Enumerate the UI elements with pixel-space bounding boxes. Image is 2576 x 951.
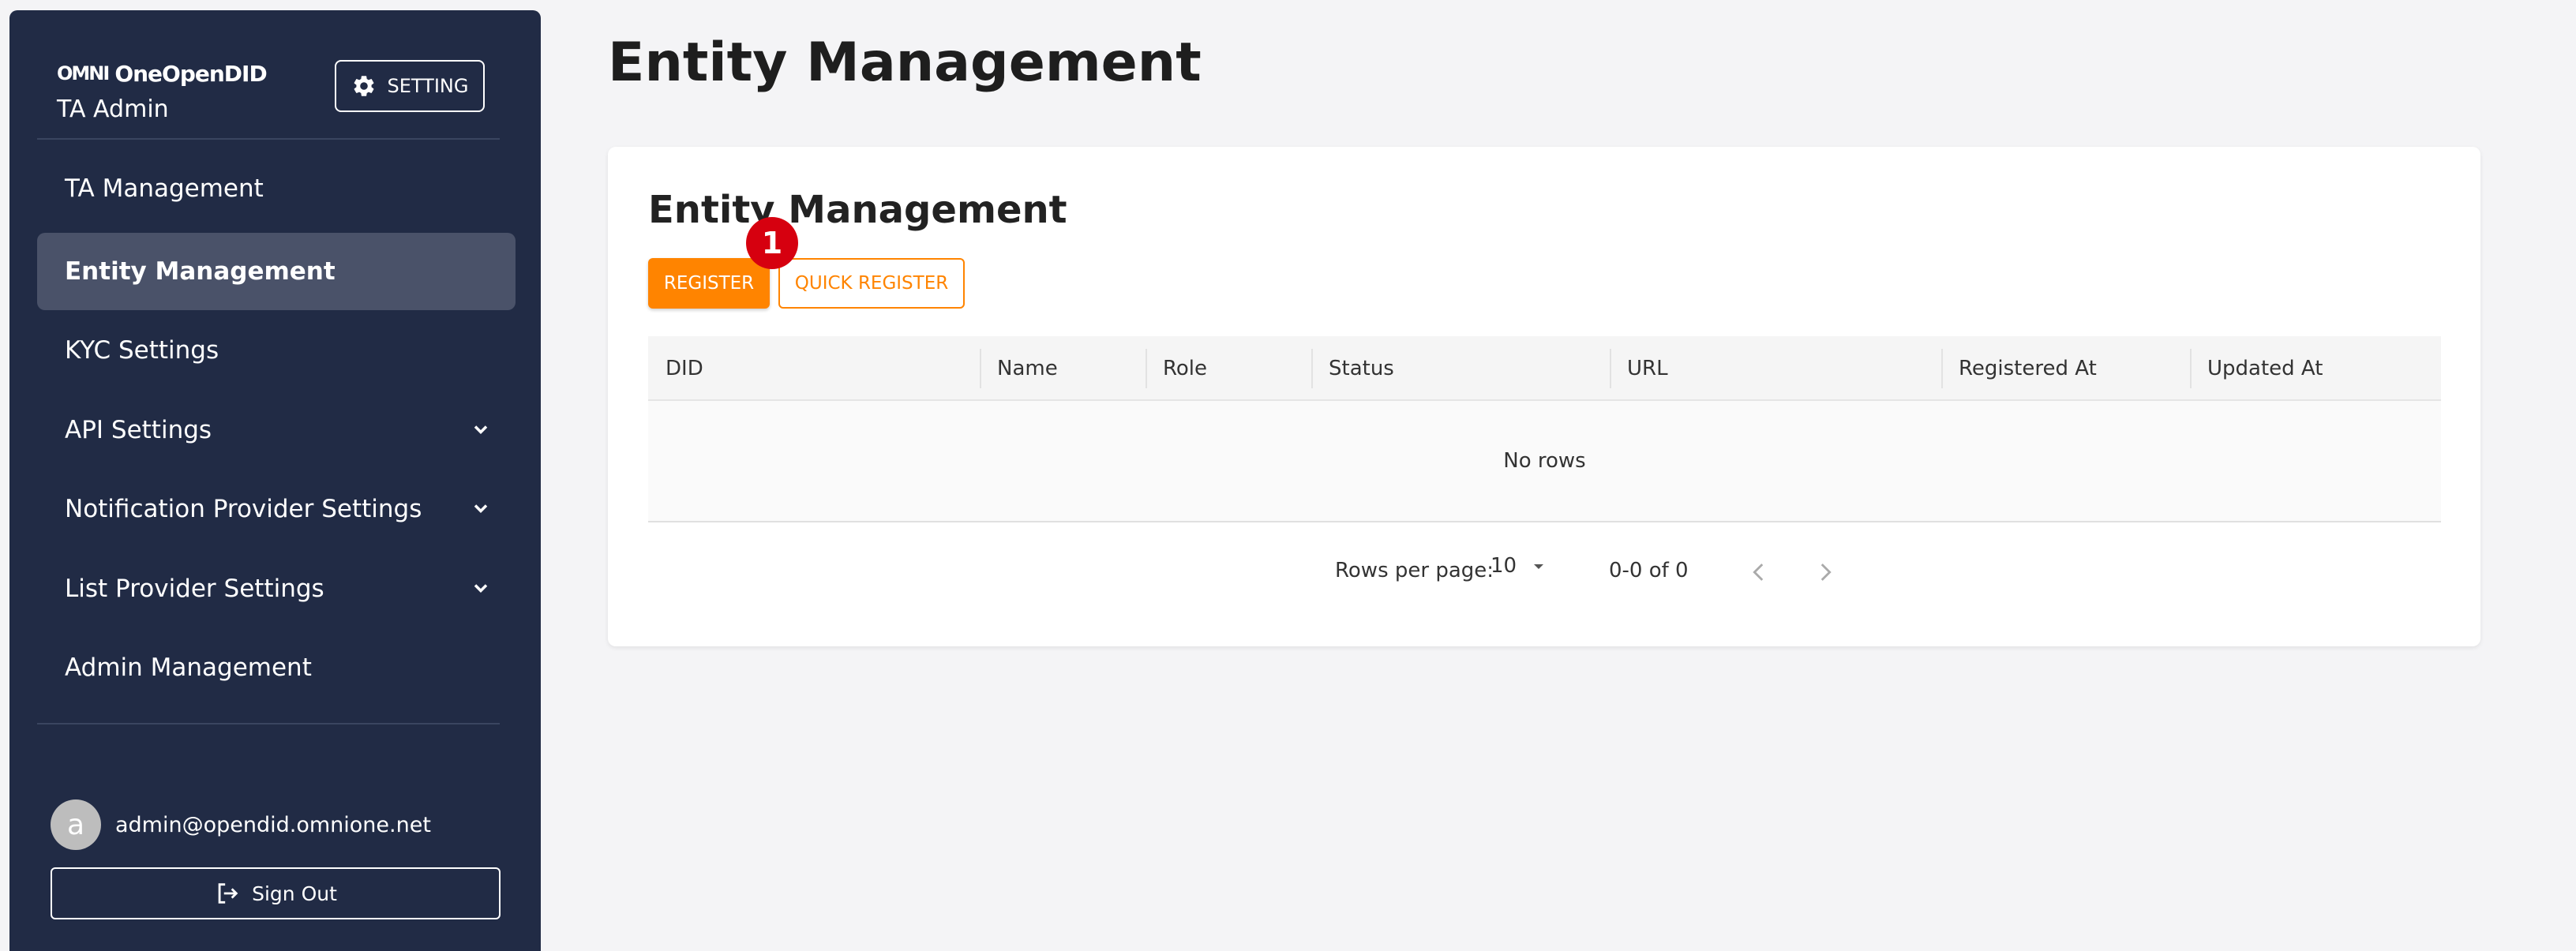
table-body: No rows bbox=[648, 401, 2441, 522]
empty-state-text: No rows bbox=[1503, 449, 1586, 473]
column-header-updated-at[interactable]: Updated At bbox=[2190, 336, 2441, 401]
brand: OMNI OneOpenDID TA Admin bbox=[57, 58, 268, 124]
logo-mark: OMNI bbox=[57, 62, 110, 84]
rows-per-page-label: Rows per page: bbox=[1335, 559, 1494, 582]
column-header-url[interactable]: URL bbox=[1610, 336, 1941, 401]
gear-icon bbox=[354, 76, 373, 96]
chevron-down-icon bbox=[474, 504, 488, 513]
entity-table: DID Name Role Status URL Registered At U… bbox=[648, 336, 2441, 582]
table-header: DID Name Role Status URL Registered At U… bbox=[648, 336, 2441, 401]
sidebar-item-label: List Provider Settings bbox=[65, 575, 324, 603]
quick-register-button[interactable]: QUICK REGISTER bbox=[778, 258, 965, 309]
next-page-icon[interactable] bbox=[1812, 559, 1839, 586]
sidebar-item-api-settings[interactable]: API Settings bbox=[37, 391, 516, 469]
setting-button[interactable]: SETTING bbox=[335, 60, 485, 112]
app-subtitle: TA Admin bbox=[57, 95, 169, 123]
logout-icon bbox=[218, 883, 238, 904]
column-header-registered-at[interactable]: Registered At bbox=[1941, 336, 2190, 401]
card-title: Entity Management bbox=[648, 188, 1067, 232]
previous-page-icon[interactable] bbox=[1745, 559, 1772, 586]
sidebar-item-list-provider-settings[interactable]: List Provider Settings bbox=[37, 550, 516, 627]
sidebar-divider bbox=[37, 723, 500, 724]
column-header-status[interactable]: Status bbox=[1311, 336, 1610, 401]
rows-per-page-value: 10 bbox=[1490, 554, 1517, 578]
user-info: a admin@opendid.omnione.net bbox=[51, 799, 431, 850]
sidebar: OMNI OneOpenDID TA Admin SETTING TA Mana… bbox=[9, 10, 541, 951]
sidebar-item-notification-provider-settings[interactable]: Notification Provider Settings bbox=[37, 470, 516, 548]
sign-out-button[interactable]: Sign Out bbox=[51, 867, 501, 919]
rows-per-page-select[interactable]: 10 bbox=[1490, 554, 1548, 578]
user-email: admin@opendid.omnione.net bbox=[115, 812, 431, 837]
logo: OMNI OneOpenDID bbox=[57, 58, 268, 89]
caret-down-icon bbox=[1534, 564, 1544, 569]
sidebar-item-label: Admin Management bbox=[65, 653, 312, 682]
sidebar-item-label: Notification Provider Settings bbox=[65, 495, 422, 523]
sidebar-item-label: API Settings bbox=[65, 416, 212, 444]
column-header-name[interactable]: Name bbox=[980, 336, 1146, 401]
page-title: Entity Management bbox=[608, 32, 1202, 94]
sidebar-divider bbox=[37, 138, 500, 140]
pagination: Rows per page: 10 0-0 of 0 bbox=[648, 548, 2441, 595]
chevron-down-icon bbox=[474, 584, 488, 593]
register-button[interactable]: REGISTER bbox=[648, 258, 770, 309]
entity-card: Entity Management REGISTER QUICK REGISTE… bbox=[608, 147, 2480, 646]
sidebar-item-entity-management[interactable]: Entity Management bbox=[37, 233, 516, 310]
step-badge: 1 bbox=[746, 217, 798, 269]
sidebar-item-ta-management[interactable]: TA Management bbox=[37, 150, 516, 227]
sidebar-item-label: TA Management bbox=[65, 174, 264, 203]
column-header-role[interactable]: Role bbox=[1146, 336, 1311, 401]
logo-text: OneOpenDID bbox=[114, 60, 267, 87]
avatar: a bbox=[51, 799, 101, 850]
sidebar-item-label: KYC Settings bbox=[65, 336, 219, 365]
column-header-did[interactable]: DID bbox=[648, 336, 980, 401]
sidebar-item-kyc-settings[interactable]: KYC Settings bbox=[37, 312, 516, 389]
sidebar-item-label: Entity Management bbox=[65, 257, 336, 286]
chevron-down-icon bbox=[474, 425, 488, 434]
sidebar-item-admin-management[interactable]: Admin Management bbox=[37, 629, 516, 706]
pagination-range: 0-0 of 0 bbox=[1609, 559, 1689, 582]
setting-label: SETTING bbox=[387, 75, 469, 97]
sign-out-label: Sign Out bbox=[252, 882, 337, 905]
